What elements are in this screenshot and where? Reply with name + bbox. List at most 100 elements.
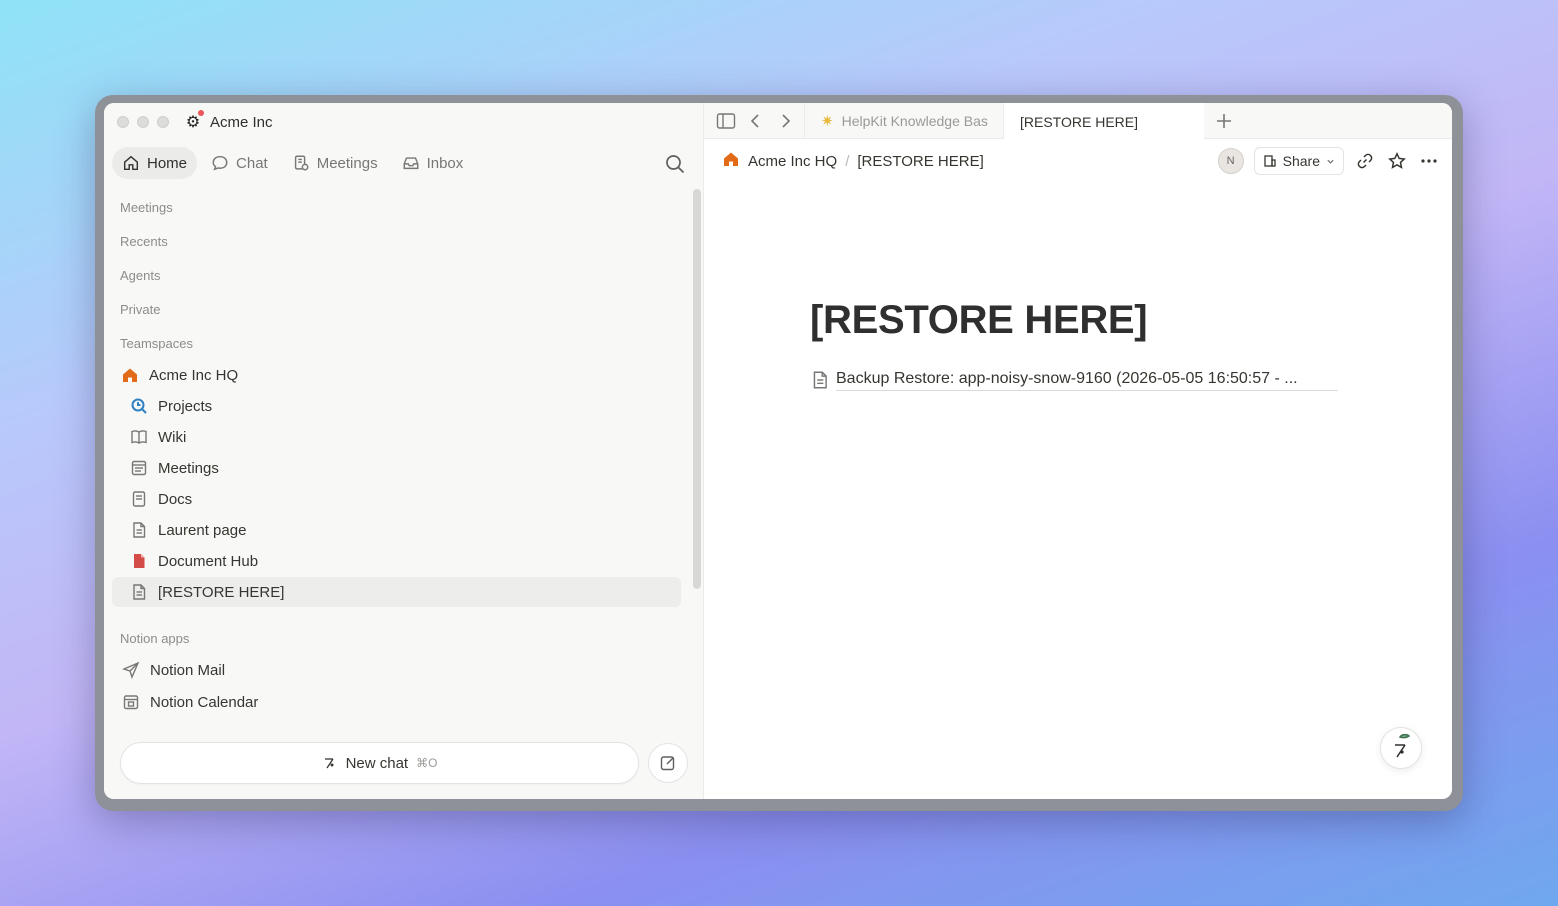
sidebar-item-laurent-page[interactable]: Laurent page <box>112 515 681 545</box>
avatar-initial: N <box>1226 155 1235 167</box>
sidebar-item-projects[interactable]: Projects <box>112 391 681 421</box>
sidebar-app-label: Notion Calendar <box>150 693 259 711</box>
breadcrumb-page[interactable]: [RESTORE HERE] <box>857 153 983 170</box>
sidebar-item-label: Meetings <box>158 459 219 477</box>
nav-home[interactable]: Home <box>112 147 198 179</box>
sidebar-scrollbar[interactable] <box>693 189 701 589</box>
back-button[interactable] <box>746 111 766 131</box>
subpage-title: Backup Restore: app-noisy-snow-9160 (202… <box>836 370 1338 391</box>
section-teamspaces[interactable]: Teamspaces <box>120 336 193 351</box>
page-icon <box>813 371 827 389</box>
nav-inbox-label: Inbox <box>426 154 464 172</box>
sidebar-item-restore-here[interactable]: [RESTORE HERE] <box>112 577 681 607</box>
page-actions: N Share <box>1217 147 1440 175</box>
sidebar-item-meetings[interactable]: Meetings <box>112 453 681 483</box>
house-icon <box>120 365 140 385</box>
more-options-button[interactable] <box>1418 150 1440 172</box>
book-icon <box>129 427 149 447</box>
page-icon <box>129 582 149 602</box>
sidebar-item-wiki[interactable]: Wiki <box>112 422 681 452</box>
ai-face-icon <box>1395 733 1411 758</box>
page-title[interactable]: [RESTORE HERE] <box>810 298 1148 343</box>
page-icon <box>129 520 149 540</box>
section-agents[interactable]: Agents <box>120 268 160 283</box>
document-hub-icon <box>129 551 149 571</box>
tab-restore-here[interactable]: [RESTORE HERE] <box>1004 103 1204 140</box>
sidebar-item-label: Wiki <box>158 428 187 446</box>
doc-icon <box>129 489 149 509</box>
new-chat-shortcut: ⌘O <box>416 756 438 770</box>
chevron-down-icon <box>1327 159 1334 164</box>
sidebar-item-docs[interactable]: Docs <box>112 484 681 514</box>
projects-icon <box>129 396 149 416</box>
teamspace-acme-inc-hq[interactable]: Acme Inc HQ <box>112 360 681 390</box>
more-icon <box>1421 159 1437 163</box>
avatar[interactable]: N <box>1217 148 1244 174</box>
link-icon <box>1357 153 1373 169</box>
top-navigation: Home Chat Meetings Inbox <box>112 147 473 179</box>
calendar-page-icon <box>129 458 149 478</box>
calendar-icon <box>121 692 141 712</box>
zoom-window-button[interactable] <box>157 116 169 128</box>
chevron-right-icon <box>782 114 791 128</box>
meetings-icon <box>294 155 309 171</box>
sidebar-item-document-hub[interactable]: Document Hub <box>112 546 681 576</box>
star-icon <box>1388 152 1406 169</box>
share-label: Share <box>1282 153 1320 169</box>
chevron-left-icon <box>750 114 759 128</box>
sidebar-item-label: Document Hub <box>158 552 259 570</box>
tab-helpkit[interactable]: ✷ HelpKit Knowledge Bas <box>804 103 1004 139</box>
section-private[interactable]: Private <box>120 302 160 317</box>
nav-chat[interactable]: Chat <box>201 147 278 179</box>
tab-label: HelpKit Knowledge Bas <box>841 113 988 129</box>
breadcrumb: Acme Inc HQ / [RESTORE HERE] <box>722 150 984 172</box>
compose-icon <box>660 756 675 771</box>
main-content: ✷ HelpKit Knowledge Bas [RESTORE HERE] A… <box>704 103 1452 799</box>
sidebar-app-notion-calendar[interactable]: Notion Calendar <box>112 687 681 717</box>
sidebar-item-label: Projects <box>158 397 213 415</box>
plus-icon[interactable] <box>1214 111 1234 131</box>
gear-icon: ⚙ <box>184 110 204 131</box>
inbox-icon <box>403 157 419 170</box>
chat-icon <box>212 155 228 171</box>
breadcrumb-teamspace[interactable]: Acme Inc HQ <box>748 153 837 170</box>
notion-window: ⚙ Acme Inc Home Chat Meetings Inbox Meet… <box>104 103 1452 799</box>
notification-dot <box>198 110 204 116</box>
sidebar-item-label: Laurent page <box>158 521 247 539</box>
nav-inbox[interactable]: Inbox <box>392 147 474 179</box>
tab-bar: ✷ HelpKit Knowledge Bas [RESTORE HERE] <box>704 103 1452 140</box>
nav-meetings-label: Meetings <box>316 154 378 172</box>
sidebar-item-label: [RESTORE HERE] <box>158 583 285 601</box>
section-recents[interactable]: Recents <box>120 234 168 249</box>
nav-meetings[interactable]: Meetings <box>282 147 388 179</box>
sidebar-item-label: Docs <box>158 490 193 508</box>
mail-send-icon <box>121 660 141 680</box>
favorite-button[interactable] <box>1386 150 1408 172</box>
ai-assistant-button[interactable] <box>1380 727 1422 769</box>
search-icon[interactable] <box>664 153 686 175</box>
forward-button[interactable] <box>775 111 795 131</box>
toggle-sidebar-button[interactable] <box>716 111 736 131</box>
breadcrumb-separator: / <box>845 152 850 170</box>
building-icon <box>1263 155 1276 167</box>
tab-label: [RESTORE HERE] <box>1020 113 1138 130</box>
sidebar-app-notion-mail[interactable]: Notion Mail <box>112 655 681 685</box>
workspace-switcher[interactable]: ⚙ Acme Inc <box>184 110 273 133</box>
sidebar-app-label: Notion Mail <box>150 661 226 679</box>
minimize-window-button[interactable] <box>137 116 149 128</box>
new-chat-button[interactable]: New chat ⌘O <box>120 742 639 784</box>
nav-home-label: Home <box>147 154 188 172</box>
sidebar-toggle-icon <box>716 113 736 129</box>
subpage-link[interactable]: Backup Restore: app-noisy-snow-9160 (202… <box>810 367 1338 393</box>
section-notion-apps[interactable]: Notion apps <box>120 631 189 646</box>
section-meetings[interactable]: Meetings <box>120 200 173 215</box>
sparkle-icon: ✷ <box>821 113 834 130</box>
sidebar: ⚙ Acme Inc Home Chat Meetings Inbox Meet… <box>104 103 704 799</box>
window-controls <box>117 116 169 128</box>
close-window-button[interactable] <box>117 116 129 128</box>
share-button[interactable]: Share <box>1253 147 1344 175</box>
compose-button[interactable] <box>648 743 688 783</box>
house-icon <box>722 150 740 172</box>
teamspace-label: Acme Inc HQ <box>149 366 239 384</box>
copy-link-button[interactable] <box>1354 150 1376 172</box>
